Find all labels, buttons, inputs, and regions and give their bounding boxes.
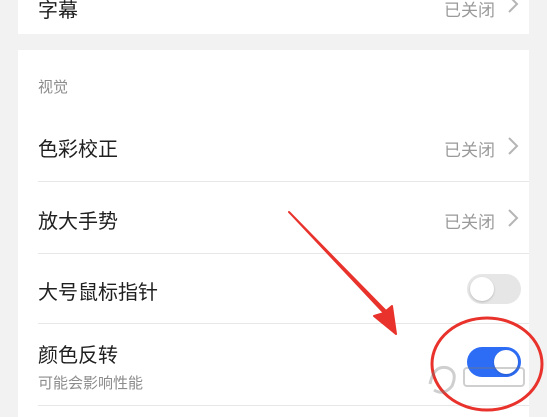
setting-row-subtitles[interactable]: 字幕 已关闭 — [18, 0, 529, 34]
row-title: 色彩校正 — [38, 137, 118, 161]
row-subtitle: 可能会影响性能 — [38, 374, 144, 392]
row-title: 放大手势 — [38, 209, 118, 233]
setting-row-magnification-gesture[interactable]: 放大手势 已关闭 — [18, 182, 529, 254]
watermark-logo — [428, 365, 525, 394]
setting-row-large-pointer: 大号鼠标指针 — [18, 254, 529, 324]
chevron-right-icon — [508, 209, 519, 227]
settings-card-top: 字幕 已关闭 — [18, 0, 529, 34]
row-title: 大号鼠标指针 — [38, 280, 158, 304]
toggle-knob — [470, 277, 494, 301]
divider — [38, 405, 529, 406]
chevron-right-icon — [508, 0, 519, 13]
setting-row-color-correction[interactable]: 色彩校正 已关闭 — [18, 110, 529, 182]
row-title: 颜色反转 — [38, 343, 118, 367]
row-value: 已关闭 — [444, 1, 495, 21]
chevron-right-icon — [508, 137, 519, 155]
section-label: 视觉 — [38, 78, 69, 96]
settings-page: 字幕 已关闭 视觉 色彩校正 已关闭 放大手势 已关闭 大号鼠标指针 颜色反转 … — [0, 0, 547, 417]
row-title: 字幕 — [38, 0, 78, 22]
large-pointer-toggle[interactable] — [467, 274, 521, 304]
row-value: 已关闭 — [444, 141, 495, 161]
row-value: 已关闭 — [444, 213, 495, 233]
